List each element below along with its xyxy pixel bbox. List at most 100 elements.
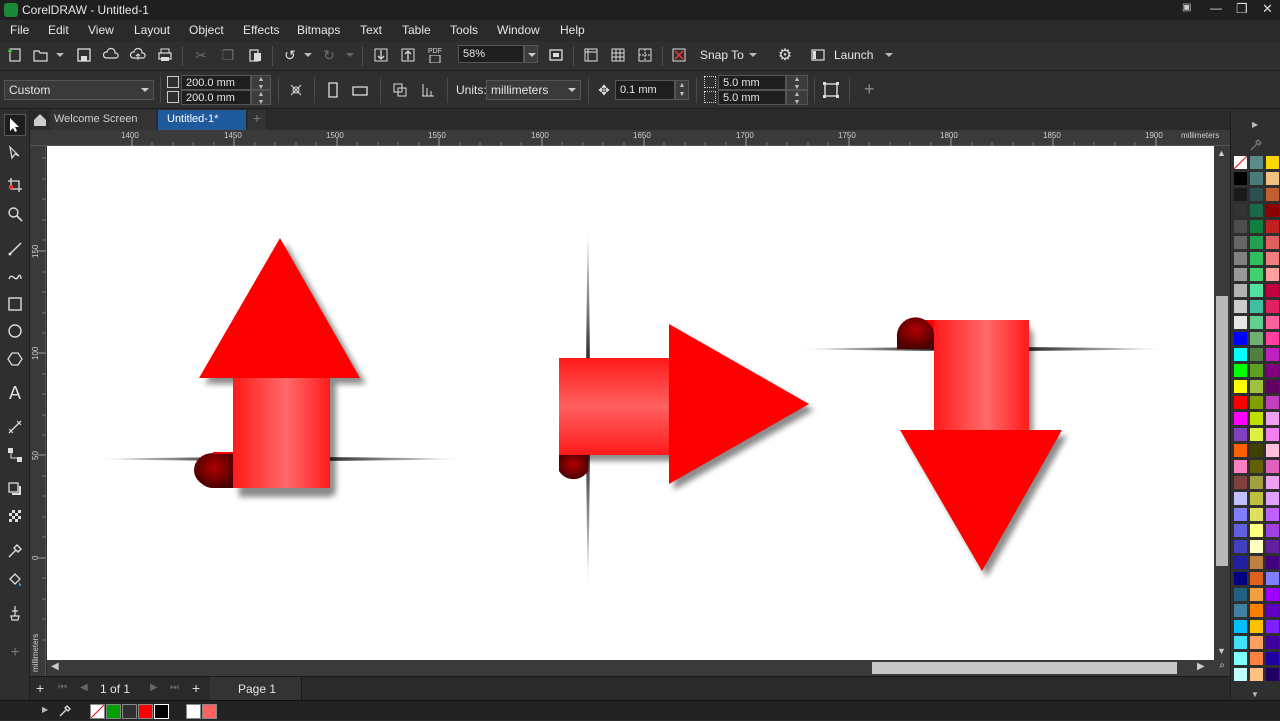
palette-color-swatch[interactable] (1249, 507, 1264, 522)
page-width-spinner[interactable]: ▲ ▼ (251, 75, 271, 91)
down-arrow-shape[interactable] (795, 317, 1167, 577)
scroll-right-arrow-icon[interactable]: ▶ (1197, 661, 1205, 672)
all-pages-icon[interactable] (389, 79, 411, 101)
open-dropdown-icon[interactable] (56, 53, 64, 57)
page-width-field[interactable]: 200.0 mm (181, 75, 251, 90)
palette-color-swatch[interactable] (1249, 283, 1264, 298)
palette-color-swatch[interactable] (1233, 363, 1248, 378)
undo-icon[interactable]: ↺ (279, 44, 301, 66)
palette-color-swatch[interactable] (1265, 603, 1280, 618)
palette-color-swatch[interactable] (1249, 555, 1264, 570)
nudge-distance-field[interactable]: 0.1 mm (615, 80, 675, 100)
palette-color-swatch[interactable] (1249, 187, 1264, 202)
menu-object[interactable]: Object (189, 23, 224, 37)
zoom-tool-icon[interactable] (4, 203, 26, 225)
palette-color-swatch[interactable] (1249, 155, 1264, 170)
drawing-canvas[interactable] (47, 146, 1214, 660)
current-page-icon[interactable] (417, 79, 439, 101)
document-palette-swatch[interactable] (186, 704, 201, 719)
palette-color-swatch[interactable] (1233, 507, 1248, 522)
palette-color-swatch[interactable] (1249, 331, 1264, 346)
scroll-up-arrow-icon[interactable]: ▲ (1217, 148, 1226, 158)
palette-color-swatch[interactable] (1249, 267, 1264, 282)
palette-color-swatch[interactable] (1265, 315, 1280, 330)
palette-color-swatch[interactable] (1233, 267, 1248, 282)
palette-color-swatch[interactable] (1265, 219, 1280, 234)
menu-help[interactable]: Help (560, 23, 585, 37)
palette-color-swatch[interactable] (1265, 491, 1280, 506)
palette-color-swatch[interactable] (1233, 427, 1248, 442)
ellipse-tool-icon[interactable] (4, 320, 26, 342)
page-1-tab[interactable]: Page 1 (210, 677, 302, 700)
import-icon[interactable] (370, 44, 392, 66)
palette-color-swatch[interactable] (1265, 523, 1280, 538)
close-button[interactable]: ✕ (1262, 1, 1273, 17)
scroll-left-arrow-icon[interactable]: ◀ (51, 661, 59, 672)
launch-button[interactable]: Launch (834, 48, 873, 62)
palette-color-swatch[interactable] (1233, 219, 1248, 234)
palette-color-swatch[interactable] (1265, 395, 1280, 410)
expand-status-icon[interactable]: ▶ (42, 705, 48, 714)
document-palette-swatch[interactable] (106, 704, 121, 719)
palette-color-swatch[interactable] (1265, 155, 1280, 170)
show-rulers-icon[interactable] (580, 44, 602, 66)
transparency-tool-icon[interactable] (4, 505, 26, 527)
new-document-icon[interactable] (4, 44, 26, 66)
palette-color-swatch[interactable] (1265, 443, 1280, 458)
palette-color-swatch[interactable] (1249, 651, 1264, 666)
palette-expand-icon[interactable]: ▶ (1252, 120, 1258, 129)
palette-color-swatch[interactable] (1249, 587, 1264, 602)
palette-color-swatch[interactable] (1265, 187, 1280, 202)
palette-color-swatch[interactable] (1265, 331, 1280, 346)
menu-bitmaps[interactable]: Bitmaps (297, 23, 340, 37)
tab-welcome-screen[interactable]: Welcome Screen (50, 110, 156, 130)
palette-color-swatch[interactable] (1265, 619, 1280, 634)
palette-color-swatch[interactable] (1233, 603, 1248, 618)
palette-color-swatch[interactable] (1249, 443, 1264, 458)
palette-color-swatch[interactable] (1265, 363, 1280, 378)
menu-effects[interactable]: Effects (243, 23, 279, 37)
minimize-button[interactable]: — (1210, 1, 1222, 15)
new-tab-button[interactable]: + (248, 110, 266, 130)
palette-color-swatch[interactable] (1249, 619, 1264, 634)
home-icon[interactable] (32, 112, 48, 128)
menu-file[interactable]: File (10, 23, 29, 37)
palette-color-swatch[interactable] (1249, 539, 1264, 554)
palette-color-swatch[interactable] (1265, 267, 1280, 282)
horizontal-scroll-thumb[interactable] (872, 662, 1177, 674)
restore-small-icon[interactable]: ▣ (1182, 2, 1191, 13)
cloud-upload-icon[interactable] (127, 44, 149, 66)
palette-color-swatch[interactable] (1249, 347, 1264, 362)
save-icon[interactable] (73, 44, 95, 66)
show-guidelines-icon[interactable] (634, 44, 656, 66)
palette-color-swatch[interactable] (1233, 347, 1248, 362)
rectangle-tool-icon[interactable] (4, 293, 26, 315)
palette-color-swatch[interactable] (1233, 187, 1248, 202)
palette-color-swatch[interactable] (1233, 491, 1248, 506)
document-palette-swatch[interactable] (90, 704, 105, 719)
page-frame-icon[interactable] (820, 79, 842, 101)
palette-color-swatch[interactable] (1265, 251, 1280, 266)
page-height-spinner[interactable]: ▲ ▼ (251, 90, 271, 106)
palette-color-swatch[interactable] (1265, 299, 1280, 314)
crop-tool-icon[interactable] (4, 174, 26, 196)
snap-to-dropdown-icon[interactable] (749, 53, 757, 57)
nudge-distance-spinner[interactable]: ▲ ▼ (675, 80, 689, 100)
portrait-orientation-icon[interactable] (322, 79, 344, 101)
palette-color-swatch[interactable] (1233, 587, 1248, 602)
scroll-down-arrow-icon[interactable]: ▼ (1217, 646, 1226, 656)
pick-tool-icon[interactable] (4, 114, 26, 136)
palette-color-swatch[interactable] (1265, 475, 1280, 490)
palette-color-swatch[interactable] (1233, 475, 1248, 490)
polygon-tool-icon[interactable] (4, 348, 26, 370)
palette-color-swatch[interactable] (1249, 299, 1264, 314)
document-palette-swatch[interactable] (202, 704, 217, 719)
palette-color-swatch[interactable] (1233, 299, 1248, 314)
palette-color-swatch[interactable] (1233, 619, 1248, 634)
menu-text[interactable]: Text (360, 23, 382, 37)
vertical-scroll-thumb[interactable] (1216, 296, 1228, 566)
palette-color-swatch[interactable] (1265, 411, 1280, 426)
palette-color-swatch[interactable] (1249, 667, 1264, 682)
page-height-field[interactable]: 200.0 mm (181, 90, 251, 105)
document-palette-swatch[interactable] (138, 704, 153, 719)
